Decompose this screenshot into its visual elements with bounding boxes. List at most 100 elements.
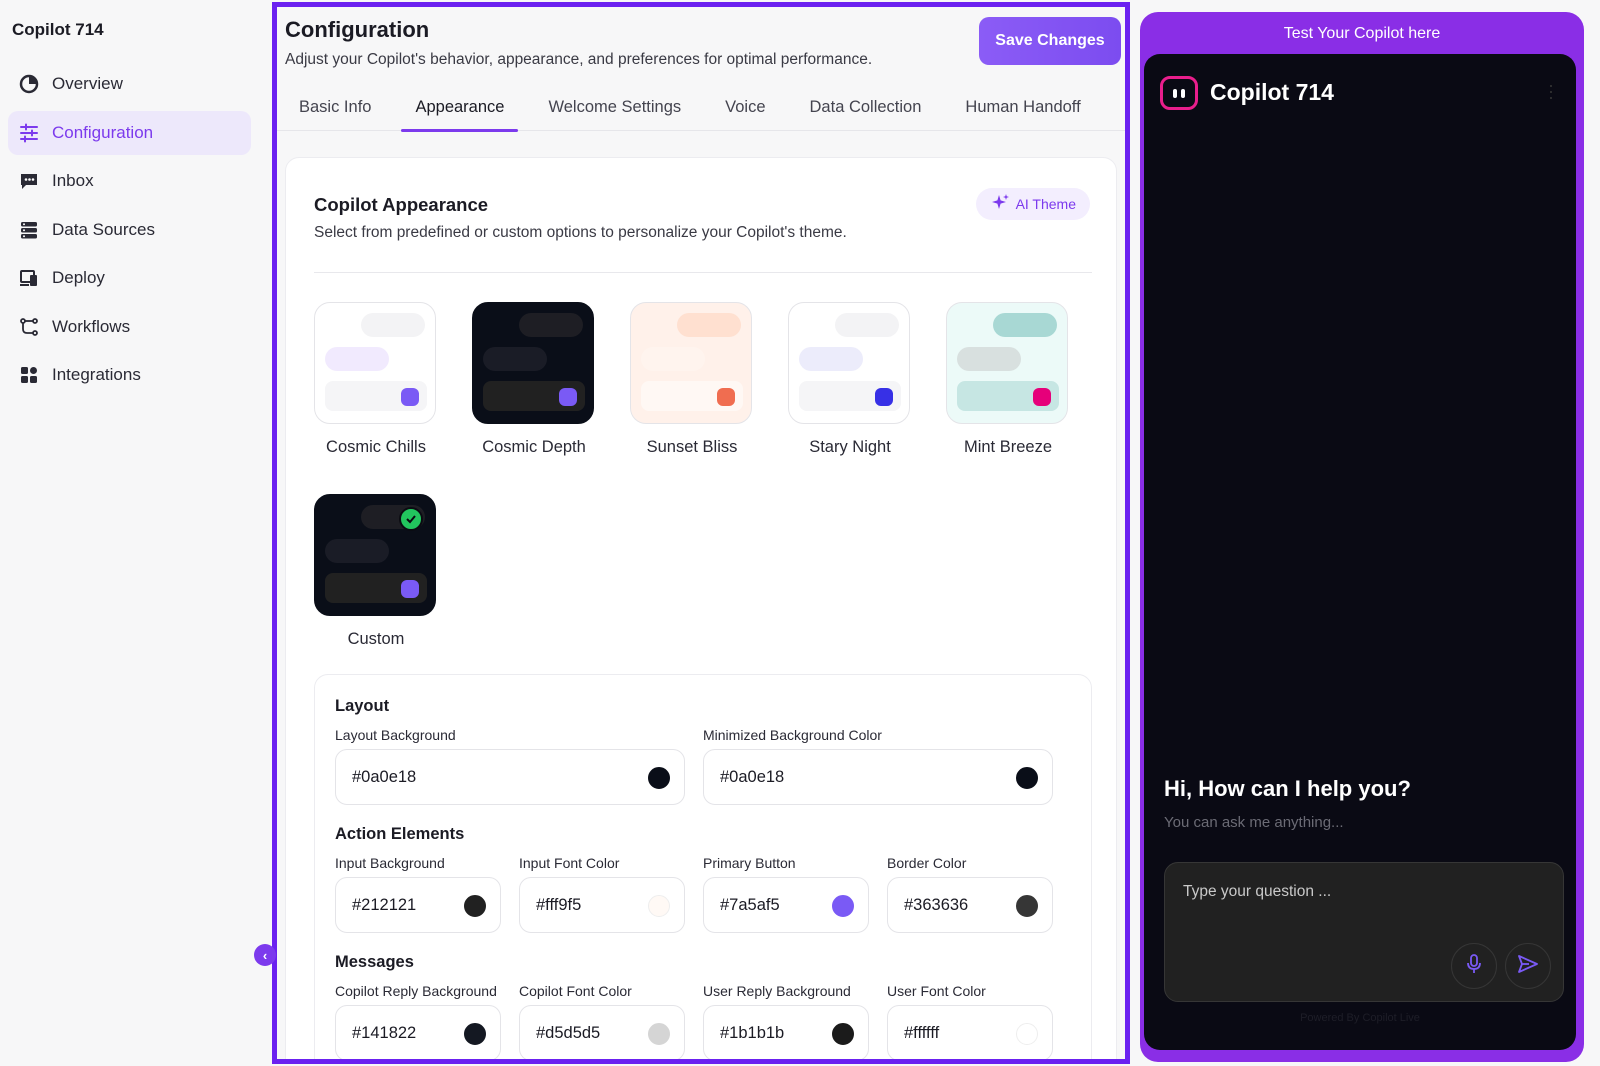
action-elements-title: Action Elements (335, 825, 465, 843)
appearance-subtitle: Select from predefined or custom options… (314, 224, 847, 241)
appearance-card: Copilot Appearance Select from predefine… (285, 157, 1117, 1059)
page-subtitle: Adjust your Copilot's behavior, appearan… (285, 51, 873, 68)
input-font-color-field[interactable]: #fff9f5 (519, 877, 685, 933)
user-font-color-label: User Font Color (887, 983, 986, 999)
color-swatch[interactable] (648, 767, 670, 789)
tab-voice[interactable]: Voice (711, 83, 779, 131)
sidebar-item-label: Overview (52, 74, 123, 93)
input-background-field[interactable]: #212121 (335, 877, 501, 933)
sidebar-item-label: Configuration (52, 122, 154, 142)
color-swatch[interactable] (1016, 895, 1038, 917)
chat-window: Copilot 714 · · · Hi, How can I help you? … (1144, 54, 1576, 1050)
color-swatch[interactable] (648, 895, 670, 917)
tab-appearance[interactable]: Appearance (401, 83, 519, 132)
color-swatch[interactable] (832, 1023, 854, 1045)
layout-section-title: Layout (335, 697, 390, 715)
color-swatch[interactable] (1016, 1023, 1038, 1045)
theme-preview-tile (630, 302, 752, 424)
sidebar-item-integrations[interactable]: Integrations (8, 353, 251, 397)
messages-section-title: Messages (335, 953, 414, 971)
minimized-background-label: Minimized Background Color (703, 727, 882, 743)
sparkle-icon (990, 193, 1010, 216)
theme-preview-tile (946, 302, 1068, 424)
page-title: Configuration (285, 17, 430, 42)
send-icon (1517, 954, 1539, 979)
theme-name: Custom (347, 630, 405, 648)
sidebar-item-data-sources[interactable]: Data Sources (8, 208, 251, 252)
color-swatch[interactable] (464, 1023, 486, 1045)
color-swatch[interactable] (832, 895, 854, 917)
user-reply-background-label: User Reply Background (703, 983, 851, 999)
theme-option[interactable]: Stary Night (788, 302, 912, 457)
theme-option[interactable]: Cosmic Chills (314, 302, 438, 457)
theme-name: Cosmic Depth (482, 438, 586, 456)
collapse-sidebar-button[interactable]: ‹ (254, 944, 276, 966)
input-font-color-label: Input Font Color (519, 855, 620, 871)
theme-preview-tile (314, 302, 436, 424)
appearance-title: Copilot Appearance (314, 194, 489, 215)
chat-title: Copilot 714 (1210, 79, 1334, 105)
color-settings-panel: Layout Layout Background #0a0e18 Minimiz… (314, 674, 1092, 1059)
border-color-field[interactable]: #363636 (887, 877, 1053, 933)
sidebar-nav: Overview Configuration Inbox Data Source… (8, 62, 251, 402)
theme-preview-tile (472, 302, 594, 424)
layout-background-field[interactable]: #0a0e18 (335, 749, 685, 805)
devices-icon (18, 267, 40, 289)
sidebar: Copilot 714 Overview Configuration Inbox… (0, 0, 262, 1066)
tab-data-collection[interactable]: Data Collection (796, 83, 936, 131)
sidebar-item-deploy[interactable]: Deploy (8, 256, 251, 300)
minimized-background-field[interactable]: #0a0e18 (703, 749, 1053, 805)
sidebar-item-overview[interactable]: Overview (8, 62, 251, 106)
chevron-left-icon: ‹ (262, 947, 268, 963)
theme-option[interactable]: Mint Breeze (946, 302, 1070, 457)
theme-option[interactable]: Cosmic Depth (472, 302, 596, 457)
copilot-logo-icon (1160, 76, 1198, 110)
sidebar-item-workflows[interactable]: Workflows (8, 305, 251, 349)
mic-button[interactable] (1451, 943, 1497, 989)
brand-name: Copilot 714 (12, 20, 104, 39)
chat-input[interactable]: Type your question ... (1164, 862, 1564, 1002)
theme-preview-tile (314, 494, 436, 616)
sliders-icon (18, 122, 40, 144)
theme-name: Stary Night (809, 438, 891, 456)
tab-basic-info[interactable]: Basic Info (285, 83, 385, 131)
sidebar-item-label: Deploy (52, 268, 105, 287)
workflow-icon (18, 316, 40, 338)
copilot-font-color-label: Copilot Font Color (519, 983, 632, 999)
theme-option-custom[interactable]: Custom (314, 494, 438, 649)
theme-option[interactable]: Sunset Bliss (630, 302, 754, 457)
copilot-reply-background-field[interactable]: #141822 (335, 1005, 501, 1059)
color-swatch[interactable] (464, 895, 486, 917)
sidebar-item-label: Inbox (52, 171, 94, 190)
theme-name: Sunset Bliss (646, 438, 738, 456)
ai-theme-label: AI Theme (1015, 196, 1076, 212)
grid-icon (18, 364, 40, 386)
ai-theme-button[interactable]: AI Theme (975, 188, 1090, 220)
preview-header: Test Your Copilot here (1283, 25, 1441, 42)
chat-input-placeholder: Type your question ... (1183, 883, 1332, 900)
copilot-font-color-field[interactable]: #d5d5d5 (519, 1005, 685, 1059)
user-font-color-field[interactable]: #ffffff (887, 1005, 1053, 1059)
color-swatch[interactable] (648, 1023, 670, 1045)
greeting-title: Hi, How can I help you? (1164, 776, 1411, 801)
sidebar-item-inbox[interactable]: Inbox (8, 159, 251, 203)
check-icon (399, 507, 423, 531)
config-tabs: Basic Info Appearance Welcome Settings V… (277, 83, 1125, 132)
input-background-label: Input Background (335, 855, 445, 871)
database-icon (18, 219, 40, 241)
tab-welcome-settings[interactable]: Welcome Settings (534, 83, 695, 131)
primary-button-field[interactable]: #7a5af5 (703, 877, 869, 933)
save-changes-button[interactable]: Save Changes (979, 17, 1121, 65)
color-swatch[interactable] (1016, 767, 1038, 789)
tab-human-handoff[interactable]: Human Handoff (951, 83, 1094, 131)
layout-background-label: Layout Background (335, 727, 456, 743)
more-vertical-icon[interactable]: · · · (1548, 76, 1554, 106)
border-color-label: Border Color (887, 855, 967, 871)
send-button[interactable] (1505, 943, 1551, 989)
sidebar-item-configuration[interactable]: Configuration (8, 110, 251, 155)
copilot-preview: Test Your Copilot here Copilot 714 · · · H… (1140, 12, 1584, 1062)
user-reply-background-field[interactable]: #1b1b1b (703, 1005, 869, 1059)
sidebar-item-label: Data Sources (52, 219, 155, 239)
divider (314, 272, 1092, 273)
configuration-panel: Configuration Adjust your Copilot's beha… (272, 2, 1130, 1064)
